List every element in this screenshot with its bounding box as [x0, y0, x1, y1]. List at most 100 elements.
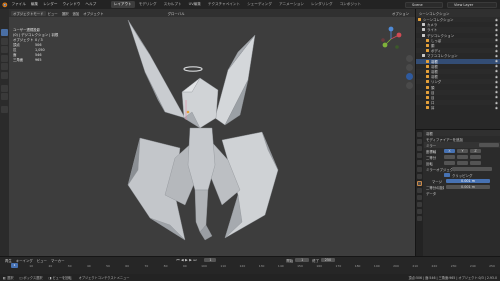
visibility-eye-icon[interactable]: ◉	[495, 69, 498, 73]
visibility-eye-icon[interactable]: ◉	[495, 90, 498, 94]
object-name[interactable]: 羽根	[426, 131, 433, 136]
modifier-toggles[interactable]	[479, 142, 499, 148]
view-layer-tab-icon[interactable]	[417, 153, 422, 158]
data-subpanel[interactable]: データ	[424, 190, 500, 196]
annotate-tool-icon[interactable]	[1, 84, 8, 92]
visibility-eye-icon[interactable]: ◉	[495, 95, 498, 99]
tab-shading[interactable]: シェーディング	[244, 1, 275, 8]
zoom-icon[interactable]	[406, 55, 413, 62]
scale-tool-icon[interactable]	[1, 63, 8, 70]
object-tab-icon[interactable]	[417, 174, 422, 179]
timeline-playback-menu[interactable]: 再生	[3, 258, 14, 263]
axis-x-toggle[interactable]: X	[444, 148, 455, 154]
tab-uv[interactable]: UV編集	[186, 1, 204, 8]
camera-view-icon[interactable]	[406, 73, 413, 80]
visibility-eye-icon[interactable]: ◉	[495, 106, 498, 110]
bisect-z-toggle[interactable]	[470, 154, 481, 160]
rotate-tool-icon[interactable]	[1, 54, 8, 62]
next-key-icon[interactable]: ▶	[189, 258, 192, 262]
visibility-eye-icon[interactable]: ◉	[495, 101, 498, 105]
particles-tab-icon[interactable]	[417, 188, 422, 193]
jump-start-icon[interactable]: ⏮	[176, 258, 179, 262]
visibility-eye-icon[interactable]: ◉	[495, 75, 498, 79]
flip-x-toggle[interactable]	[444, 160, 455, 166]
visibility-eye-icon[interactable]: ◉	[495, 64, 498, 68]
add-cube-tool-icon[interactable]	[1, 106, 8, 113]
data-tab-icon[interactable]	[417, 209, 422, 214]
tab-layout[interactable]: レイアウト	[110, 1, 135, 8]
jump-end-icon[interactable]: ⏭	[193, 258, 196, 262]
bisect-distance-field[interactable]: 0.001 m	[446, 184, 490, 190]
visibility-eye-icon[interactable]: ◉	[495, 80, 498, 84]
3d-viewport[interactable]: オブジェクトモード ビュー 選択 追加 オブジェクト グローバル オプション ユ…	[9, 9, 415, 256]
timeline-keying-menu[interactable]: キーイング	[14, 258, 35, 263]
clipping-checkbox[interactable]	[444, 173, 450, 177]
mirror-object-field[interactable]	[452, 166, 492, 172]
physics-tab-icon[interactable]	[417, 195, 422, 200]
playhead[interactable]: 1	[10, 263, 18, 268]
tab-sculpt[interactable]: スカルプト	[161, 1, 185, 8]
visibility-eye-icon[interactable]: ◉	[495, 54, 498, 58]
tool-tab-icon[interactable]	[417, 132, 422, 137]
blender-logo-icon[interactable]	[0, 0, 9, 9]
prev-key-icon[interactable]: ◀	[181, 258, 184, 262]
move-tool-icon[interactable]	[1, 46, 8, 53]
end-frame-field[interactable]: 250	[320, 257, 335, 263]
menu-window[interactable]: ウィンドウ	[60, 2, 83, 7]
scene-tab-icon[interactable]	[417, 160, 422, 165]
bisect-x-toggle[interactable]	[444, 154, 455, 160]
visibility-eye-icon[interactable]: ◉	[495, 28, 498, 32]
timeline-tick-label: 40	[86, 264, 91, 268]
timeline-view-menu[interactable]: ビュー	[35, 258, 49, 263]
navigation-gizmo[interactable]	[377, 25, 405, 53]
visibility-eye-icon[interactable]: ◉	[495, 85, 498, 89]
axis-y-toggle[interactable]: Y	[457, 148, 468, 154]
transform-tool-icon[interactable]	[1, 71, 8, 79]
menu-render[interactable]: レンダー	[41, 2, 60, 7]
flip-z-toggle[interactable]	[470, 160, 481, 166]
menu-help[interactable]: ヘルプ	[83, 2, 99, 7]
visibility-eye-icon[interactable]: ◉	[495, 59, 498, 63]
pan-icon[interactable]	[406, 64, 413, 71]
flip-y-toggle[interactable]	[457, 160, 468, 166]
measure-tool-icon[interactable]	[1, 93, 8, 100]
start-frame-field[interactable]: 1	[295, 257, 310, 263]
perspective-toggle-icon[interactable]	[406, 82, 413, 89]
timeline-marker-menu[interactable]: マーカー	[49, 258, 67, 263]
tab-compositing[interactable]: コンポジット	[337, 1, 365, 8]
fairy-model[interactable]	[9, 9, 415, 256]
tab-modeling[interactable]: モデリング	[136, 1, 160, 8]
tab-rendering[interactable]: レンダリング	[308, 1, 336, 8]
tab-animation[interactable]: アニメーション	[276, 1, 307, 8]
visibility-eye-icon[interactable]: ◉	[495, 38, 498, 42]
visibility-eye-icon[interactable]: ◉	[495, 18, 498, 22]
visibility-eye-icon[interactable]: ◉	[495, 49, 498, 53]
menu-edit[interactable]: 編集	[28, 2, 40, 7]
modifier-tab-icon[interactable]	[417, 181, 422, 186]
merge-distance-field[interactable]: 0.001 m	[446, 178, 490, 184]
modifier-name[interactable]: ミラー	[426, 143, 436, 148]
timeline-tick-label: 120	[239, 264, 246, 268]
constraints-tab-icon[interactable]	[417, 202, 422, 207]
visibility-eye-icon[interactable]: ◉	[495, 44, 498, 48]
cursor-tool-icon[interactable]	[1, 37, 8, 45]
scene-selector[interactable]: Scene	[405, 1, 443, 8]
add-modifier-button[interactable]: モディファイアーを追加	[426, 137, 463, 142]
timeline-tick-label: 80	[163, 264, 168, 268]
select-tool-icon[interactable]	[1, 29, 8, 36]
tab-texture-paint[interactable]: テクスチャペイント	[205, 1, 243, 8]
visibility-eye-icon[interactable]: ◉	[495, 33, 498, 37]
outliner-row[interactable]: 耳 ◉	[416, 105, 500, 110]
render-tab-icon[interactable]	[417, 139, 422, 144]
world-tab-icon[interactable]	[417, 167, 422, 172]
object-type-icon	[426, 38, 429, 42]
current-frame-field[interactable]: 1	[204, 257, 217, 263]
menu-file[interactable]: ファイル	[9, 2, 28, 7]
output-tab-icon[interactable]	[417, 146, 422, 151]
view-layer-selector[interactable]: View Layer	[447, 1, 497, 8]
play-icon[interactable]: ▶	[185, 258, 188, 262]
material-tab-icon[interactable]	[417, 216, 422, 221]
bisect-y-toggle[interactable]	[457, 154, 468, 160]
visibility-eye-icon[interactable]: ◉	[495, 23, 498, 27]
axis-z-toggle[interactable]: Z	[470, 148, 481, 154]
